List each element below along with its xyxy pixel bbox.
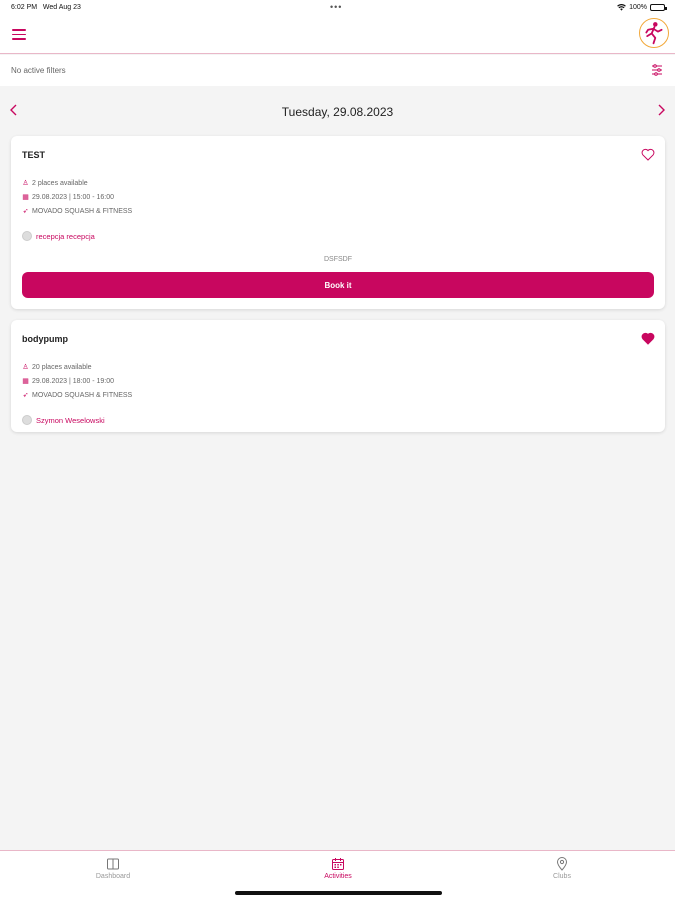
heart-filled-icon[interactable] <box>641 332 655 345</box>
multitasking-dots: ••• <box>330 2 343 12</box>
tab-label: Clubs <box>553 873 571 880</box>
datetime-info: ▦ 29.08.2023 | 15:00 - 16:00 <box>22 193 114 202</box>
filter-icon[interactable] <box>651 64 663 76</box>
trainer-link[interactable]: Szymon Weselowski <box>22 415 105 425</box>
tab-clubs[interactable]: Clubs <box>522 857 602 880</box>
avatar <box>22 415 32 425</box>
trainer-name: Szymon Weselowski <box>36 415 105 425</box>
calendar-small-icon: ▦ <box>22 194 29 201</box>
activity-datetime: 29.08.2023 | 18:00 - 19:00 <box>32 377 114 385</box>
app-logo <box>639 18 669 48</box>
calendar-small-icon: ▦ <box>22 378 29 385</box>
heart-outline-icon[interactable] <box>641 148 655 161</box>
trainer-name: recepcja recepcja <box>36 231 95 241</box>
status-right: 100% <box>617 4 667 11</box>
tab-label: Activities <box>324 873 352 880</box>
activity-title: bodypump <box>22 334 68 344</box>
map-pin-icon <box>556 857 568 871</box>
tab-dashboard[interactable]: Dashboard <box>73 857 153 880</box>
location-arrow-icon: ➶ <box>22 392 29 399</box>
status-time: 6:02 PM Wed Aug 23 <box>11 4 81 11</box>
club-name: MOVADO SQUASH & FITNESS <box>32 391 133 399</box>
calendar-icon <box>332 858 344 870</box>
home-indicator[interactable] <box>235 891 442 895</box>
selected-date: Tuesday, 29.08.2023 <box>281 105 394 119</box>
person-icon: ♙ <box>22 364 29 371</box>
tab-activities[interactable]: Activities <box>298 857 378 880</box>
places-info: ♙ 20 places available <box>22 363 92 372</box>
activity-card[interactable]: bodypump ♙ 20 places available ▦ 29.08.2… <box>11 320 665 432</box>
status-bar: 6:02 PM Wed Aug 23 ••• 100% <box>0 0 675 18</box>
tab-label: Dashboard <box>95 873 131 880</box>
activity-card[interactable]: TEST ♙ 2 places available ▦ 29.08.2023 |… <box>11 136 665 309</box>
chevron-right-icon[interactable] <box>654 103 668 117</box>
trainer-link[interactable]: recepcja recepcja <box>22 231 95 241</box>
filter-status: No active filters <box>11 66 66 75</box>
club-info: ➶ MOVADO SQUASH & FITNESS <box>22 391 133 400</box>
location-arrow-icon: ➶ <box>22 208 29 215</box>
date-navigation: Tuesday, 29.08.2023 <box>0 100 675 124</box>
wifi-icon <box>617 4 626 11</box>
battery-icon <box>650 4 667 11</box>
book-icon <box>107 858 119 870</box>
filter-bar: No active filters <box>0 55 675 86</box>
datetime-info: ▦ 29.08.2023 | 18:00 - 19:00 <box>22 377 114 386</box>
menu-icon[interactable] <box>12 29 26 41</box>
top-bar <box>0 18 675 54</box>
places-available: 2 places available <box>32 179 88 187</box>
club-name: MOVADO SQUASH & FITNESS <box>32 207 133 215</box>
places-info: ♙ 2 places available <box>22 179 88 188</box>
person-icon: ♙ <box>22 180 29 187</box>
battery-percent: 100% <box>629 4 647 11</box>
activity-title: TEST <box>22 150 46 160</box>
club-info: ➶ MOVADO SQUASH & FITNESS <box>22 207 133 216</box>
activity-datetime: 29.08.2023 | 15:00 - 16:00 <box>32 193 114 201</box>
avatar <box>22 231 32 241</box>
book-button[interactable]: Book it <box>22 272 654 298</box>
activity-description: DSFSDF <box>324 256 352 263</box>
places-available: 20 places available <box>32 363 92 371</box>
